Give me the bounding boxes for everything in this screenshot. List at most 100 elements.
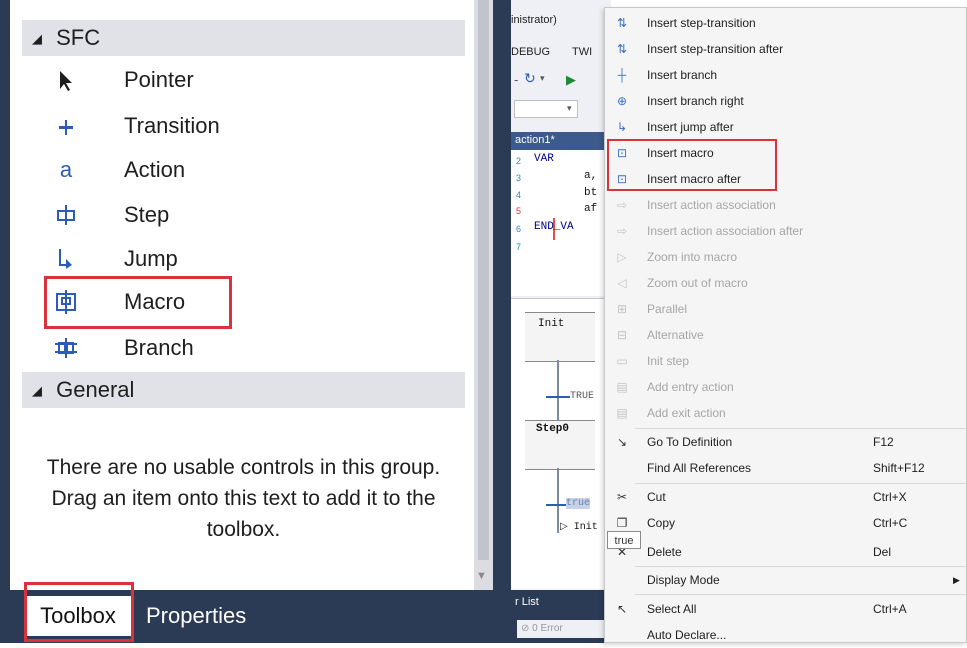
line-number: 2 xyxy=(516,156,522,166)
menu-item-delete[interactable]: ✕ Delete Del xyxy=(605,539,966,565)
menu-item-label: Insert action association xyxy=(647,198,776,212)
section-header-general[interactable]: ◢ General xyxy=(22,372,465,408)
menu-item-cut[interactable]: ✂ Cut Ctrl+X xyxy=(605,484,966,510)
code-line: END_VA xyxy=(534,221,574,233)
pointer-icon xyxy=(52,62,80,105)
sfc-jump-target[interactable]: ▷ Init xyxy=(560,521,598,533)
insert-step-transition-after-icon: ⇅ xyxy=(616,42,628,56)
menu-item-insert-jump-after[interactable]: ↳ Insert jump after xyxy=(605,114,966,140)
menu-item-shortcut: Ctrl+A xyxy=(873,602,907,616)
menu-item-label: Insert step-transition xyxy=(647,16,756,30)
sfc-step-label: Step0 xyxy=(536,423,570,435)
tooltip: true xyxy=(607,531,641,549)
sfc-connector xyxy=(557,360,559,420)
code-line: bt xyxy=(584,187,598,199)
insert-action-association-icon: ⇨ xyxy=(616,198,628,212)
insert-step-transition-icon: ⇅ xyxy=(616,16,628,30)
go-to-definition-icon: ↘ xyxy=(616,435,628,449)
sfc-transition[interactable] xyxy=(546,396,570,398)
menu-macro-highlight-box xyxy=(607,139,777,191)
toolbox-item-step[interactable]: Step xyxy=(52,197,352,233)
insert-branch-right-icon: ⊕ xyxy=(616,94,628,108)
menu-item-display-mode[interactable]: Display Mode ▶ xyxy=(605,567,966,593)
toolbox-item-jump[interactable]: Jump xyxy=(52,241,352,277)
window-title: inistrator) xyxy=(511,14,557,26)
menu-item-zoom-out-of-macro[interactable]: ◁ Zoom out of macro xyxy=(605,270,966,296)
collapse-arrow-icon: ◢ xyxy=(32,383,42,399)
menu-item-label: Alternative xyxy=(647,328,704,342)
scroll-down-icon[interactable]: ▼ xyxy=(476,570,487,582)
step-icon xyxy=(52,197,80,238)
error-count-filter[interactable]: ⊘ 0 Error xyxy=(517,620,611,638)
line-number: 5 xyxy=(516,206,522,216)
empty-group-message: There are no usable controls in this gro… xyxy=(46,456,441,541)
parallel-icon: ⊞ xyxy=(616,302,628,316)
menu-item-init-step[interactable]: ▭ Init step xyxy=(605,348,966,374)
menu-item-shortcut: Ctrl+C xyxy=(873,516,908,530)
menu-item-insert-action-association-after[interactable]: ⇨ Insert action association after xyxy=(605,218,966,244)
menu-item-label: Cut xyxy=(647,490,666,504)
toolbox-scrollbar[interactable]: ▼ xyxy=(474,0,493,590)
zoom-out-of-macro-icon: ◁ xyxy=(617,276,627,290)
sfc-transition[interactable] xyxy=(546,504,568,506)
menu-separator xyxy=(635,594,966,595)
dropdown-arrow-icon[interactable]: ▾ xyxy=(540,73,545,84)
menu-item-find-all-references[interactable]: Find All References Shift+F12 xyxy=(605,455,966,481)
menu-item-label: Select All xyxy=(647,602,697,616)
tab-properties[interactable]: Properties xyxy=(146,596,246,636)
menu-item-go-to-definition[interactable]: ↘ Go To Definition F12 xyxy=(605,429,966,455)
collapse-arrow-icon: ◢ xyxy=(32,31,42,47)
section-header-sfc[interactable]: ◢ SFC xyxy=(22,20,465,56)
toolbox-item-macro[interactable]: Macro xyxy=(52,284,352,320)
menu-debug[interactable]: DEBUG xyxy=(511,46,550,58)
menu-item-label: Auto Declare... xyxy=(647,628,727,642)
menu-item-insert-step-transition[interactable]: ⇅ Insert step-transition xyxy=(605,10,966,36)
menu-item-zoom-into-macro[interactable]: ▷ Zoom into macro xyxy=(605,244,966,270)
menu-item-label: Insert step-transition after xyxy=(647,42,784,56)
menu-item-add-entry-action[interactable]: ▤ Add entry action xyxy=(605,374,966,400)
run-icon[interactable]: ▶ xyxy=(566,72,576,88)
menu-item-insert-branch[interactable]: ┼ Insert branch xyxy=(605,62,966,88)
menu-item-insert-step-transition-after[interactable]: ⇅ Insert step-transition after xyxy=(605,36,966,62)
sfc-jump-label: Init xyxy=(573,522,598,533)
error-icon: ⊘ xyxy=(521,623,533,634)
toolbox-item-branch[interactable]: Branch xyxy=(52,330,352,366)
menu-item-label: Find All References xyxy=(647,461,752,475)
toolbox-item-action[interactable]: a Action xyxy=(52,152,352,188)
section-label: SFC xyxy=(56,25,101,50)
alternative-icon: ⊟ xyxy=(616,328,628,342)
section-label: General xyxy=(56,377,135,402)
menu-item-label: Init step xyxy=(647,354,690,368)
menu-item-insert-action-association[interactable]: ⇨ Insert action association xyxy=(605,192,966,218)
toolbox-item-transition[interactable]: Transition xyxy=(52,108,352,144)
init-step-icon: ▭ xyxy=(616,354,628,368)
toolbox-item-label: Macro xyxy=(124,289,186,314)
add-entry-action-icon: ▤ xyxy=(616,380,628,394)
toolbox-panel: ◢ SFC Pointer Transition a Action Step J… xyxy=(0,0,493,643)
menu-item-copy[interactable]: ❐ Copy Ctrl+C xyxy=(605,510,966,536)
scrollbar-thumb[interactable] xyxy=(478,0,489,560)
menu-item-add-exit-action[interactable]: ▤ Add exit action xyxy=(605,400,966,426)
code-editor[interactable] xyxy=(511,135,611,296)
menu-item-insert-branch-right[interactable]: ⊕ Insert branch right xyxy=(605,88,966,114)
menu-item-label: Copy xyxy=(647,516,676,530)
sfc-step-label: Init xyxy=(538,318,565,330)
menu-item-parallel[interactable]: ⊞ Parallel xyxy=(605,296,966,322)
redo-icon[interactable]: ↻ xyxy=(524,70,536,87)
menu-item-label: Add entry action xyxy=(647,380,734,394)
menu-item-alternative[interactable]: ⊟ Alternative xyxy=(605,322,966,348)
menu-item-label: Add exit action xyxy=(647,406,726,420)
toolbox-item-pointer[interactable]: Pointer xyxy=(52,62,352,98)
menu-twincat[interactable]: TWI xyxy=(572,46,592,58)
toolbar-combobox[interactable]: ▾ xyxy=(514,100,578,118)
menu-item-shortcut: Shift+F12 xyxy=(873,461,925,475)
code-line: a, xyxy=(584,170,598,182)
menu-item-label: Insert branch xyxy=(647,68,718,82)
select-all-icon: ↖ xyxy=(616,602,628,616)
menu-item-select-all[interactable]: ↖ Select All Ctrl+A xyxy=(605,596,966,622)
toolbox-item-label: Action xyxy=(124,157,186,182)
editor-tab-action1[interactable]: action1* xyxy=(511,132,611,150)
undo-icon[interactable]: - xyxy=(514,72,518,87)
transition-icon xyxy=(52,108,80,150)
menu-item-auto-declare[interactable]: Auto Declare... xyxy=(605,622,966,648)
